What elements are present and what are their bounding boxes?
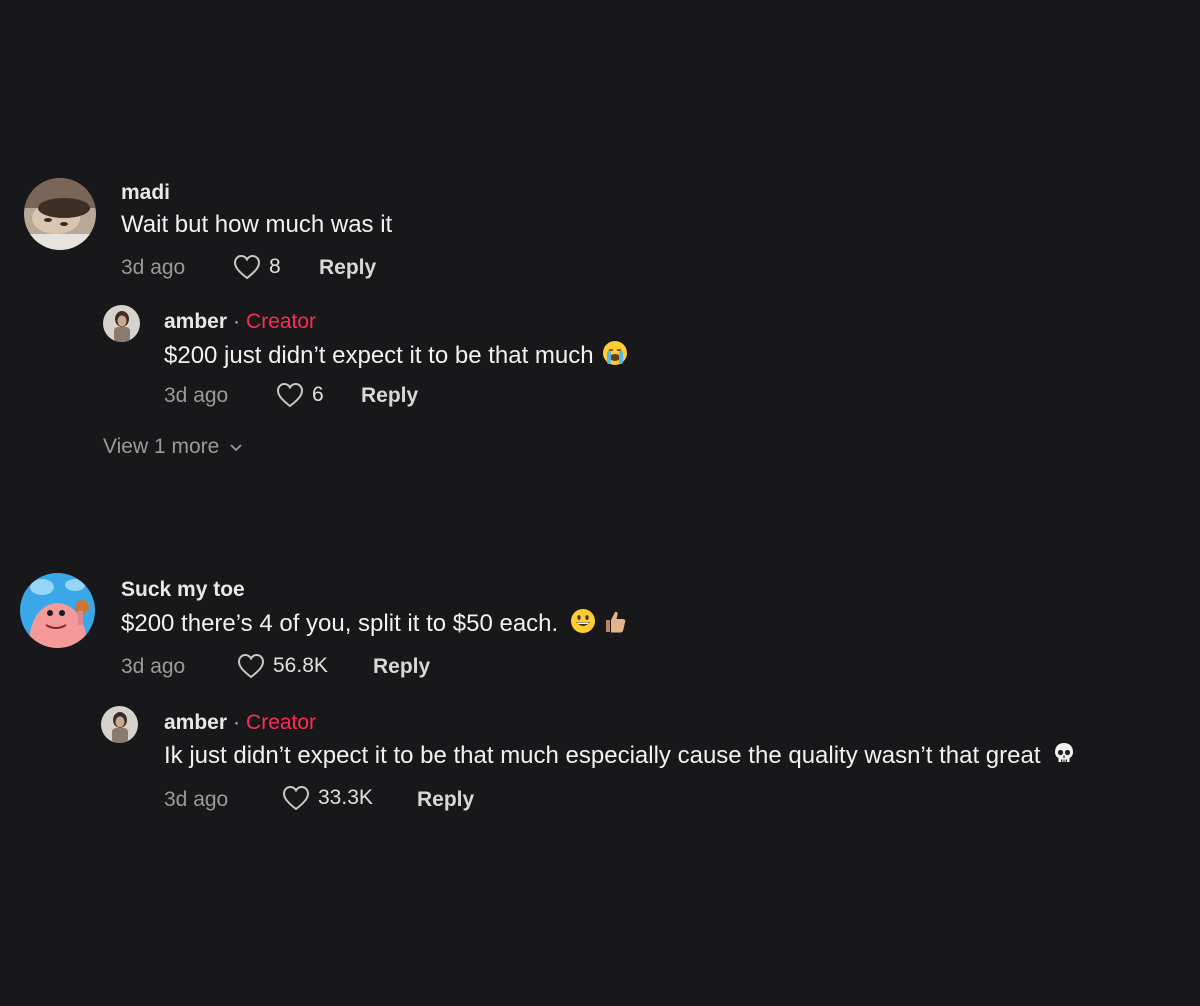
heart-icon bbox=[276, 382, 304, 408]
view-more-label: View 1 more bbox=[103, 435, 220, 458]
like-count: 56.8K bbox=[273, 654, 328, 677]
reply-username: amber · Creator bbox=[164, 310, 316, 334]
comment-text: $200 there’s 4 of you, split it to $50 e… bbox=[121, 608, 628, 641]
like-button[interactable]: 6 bbox=[276, 382, 324, 408]
reply-button[interactable]: Reply bbox=[361, 384, 418, 408]
chevron-down-icon bbox=[229, 435, 243, 459]
reply-username: amber · Creator bbox=[164, 711, 316, 735]
reply-text: $200 just didn’t expect it to be that mu… bbox=[164, 340, 628, 373]
reply-text-content: $200 just didn’t expect it to be that mu… bbox=[164, 341, 594, 369]
reply-button[interactable]: Reply bbox=[417, 788, 474, 812]
reply-button[interactable]: Reply bbox=[319, 256, 376, 280]
separator: · bbox=[233, 711, 241, 734]
like-count: 6 bbox=[312, 383, 324, 406]
avatar[interactable] bbox=[101, 706, 138, 743]
grinning-face-icon bbox=[570, 608, 596, 641]
thumbs-up-icon bbox=[602, 608, 628, 641]
reply-button[interactable]: Reply bbox=[373, 655, 430, 679]
comment-username[interactable]: Suck my toe bbox=[121, 578, 245, 602]
comment-username[interactable]: madi bbox=[121, 181, 170, 205]
avatar[interactable] bbox=[24, 178, 96, 250]
avatar[interactable] bbox=[103, 305, 140, 342]
heart-icon bbox=[237, 653, 265, 679]
comment-timestamp: 3d ago bbox=[121, 655, 186, 678]
reply-text-content: Ik just didn’t expect it to be that much… bbox=[164, 741, 1041, 769]
reply-text: Ik just didn’t expect it to be that much… bbox=[164, 741, 1076, 772]
heart-icon bbox=[233, 254, 261, 280]
reply-username-text[interactable]: amber bbox=[164, 310, 227, 333]
creator-badge: Creator bbox=[246, 711, 317, 734]
view-more-replies-button[interactable]: View 1 more bbox=[103, 435, 243, 459]
reply-timestamp: 3d ago bbox=[164, 384, 229, 407]
like-button[interactable]: 8 bbox=[233, 254, 281, 280]
separator: · bbox=[233, 310, 241, 333]
avatar[interactable] bbox=[20, 573, 95, 648]
like-button[interactable]: 56.8K bbox=[237, 653, 328, 679]
like-button[interactable]: 33.3K bbox=[282, 785, 373, 811]
comments-panel: madi Wait but how much was it 3d ago 8 R… bbox=[0, 0, 1200, 1006]
creator-badge: Creator bbox=[246, 310, 317, 333]
reply-username-text[interactable]: amber bbox=[164, 711, 227, 734]
loudly-crying-face-icon bbox=[602, 340, 628, 373]
comment-timestamp: 3d ago bbox=[121, 256, 186, 279]
reply-timestamp: 3d ago bbox=[164, 788, 229, 811]
comment-text: Wait but how much was it bbox=[121, 211, 393, 238]
heart-icon bbox=[282, 785, 310, 811]
skull-icon bbox=[1052, 741, 1076, 772]
like-count: 33.3K bbox=[318, 786, 373, 809]
comment-text-content: $200 there’s 4 of you, split it to $50 e… bbox=[121, 609, 559, 637]
like-count: 8 bbox=[269, 255, 281, 278]
